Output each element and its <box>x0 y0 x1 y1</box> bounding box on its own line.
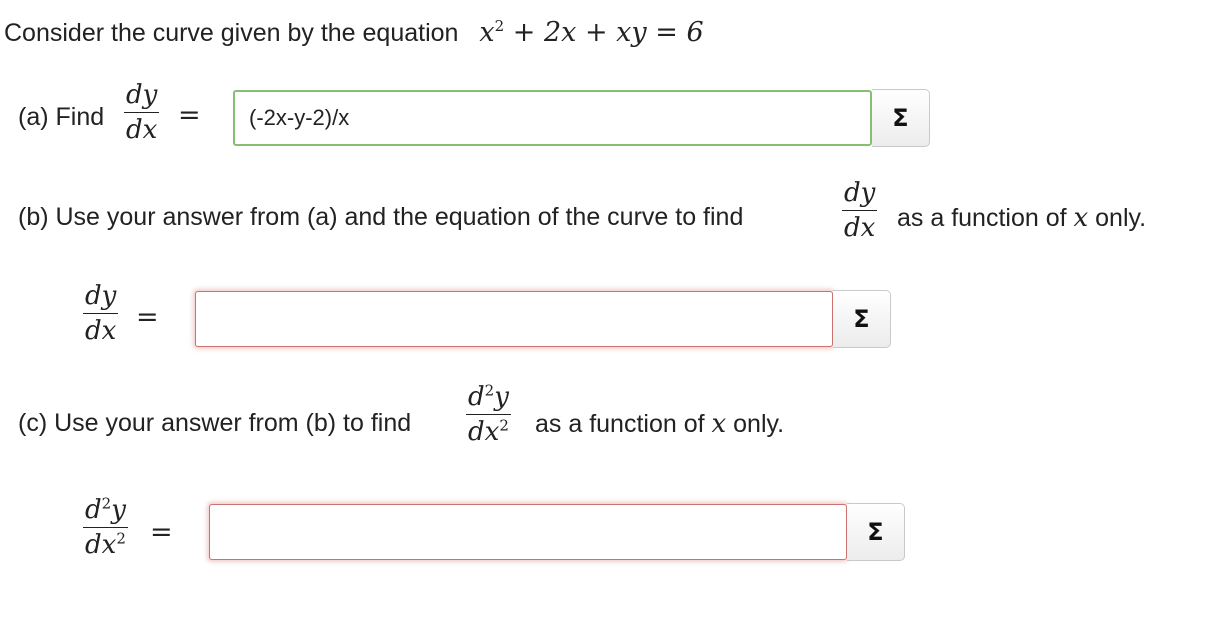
part-c-answer-second-derivative: d2y dx2 <box>83 494 128 560</box>
part-a-sigma-button[interactable]: Σ <box>872 89 930 147</box>
sigma-icon: Σ <box>892 104 909 132</box>
part-b-suffix: as a function of x only. <box>897 203 1147 233</box>
problem-statement-label: Consider the curve given by the equation <box>4 19 459 47</box>
part-a-label: (a) Find <box>18 103 105 131</box>
part-a-equals: = <box>178 100 201 131</box>
part-c-second-derivative: d2y dx2 <box>466 381 511 447</box>
curve-equation: x2 + 2x + xy = 6 <box>479 17 704 48</box>
part-b-answer-derivative: dy dx <box>83 281 119 346</box>
part-b-label: (b) Use your answer from (a) and the equ… <box>18 203 744 231</box>
part-a-derivative: dy dx <box>124 80 160 145</box>
sigma-icon: Σ <box>867 518 884 546</box>
part-c-label: (c) Use your answer from (b) to find <box>18 409 412 437</box>
part-c-equals: = <box>150 517 173 548</box>
sigma-icon: Σ <box>853 305 870 333</box>
part-b-derivative: dy dx <box>842 178 878 243</box>
part-c-answer-input[interactable] <box>209 504 847 560</box>
problem-statement: Consider the curve given by the equation… <box>4 17 704 48</box>
part-b-equals: = <box>136 302 159 333</box>
part-c-sigma-button[interactable]: Σ <box>847 503 905 561</box>
part-b-answer-input[interactable] <box>195 291 833 347</box>
part-b-sigma-button[interactable]: Σ <box>833 290 891 348</box>
part-c-suffix: as a function of x only. <box>535 409 785 439</box>
part-a-answer-input[interactable] <box>233 90 872 146</box>
